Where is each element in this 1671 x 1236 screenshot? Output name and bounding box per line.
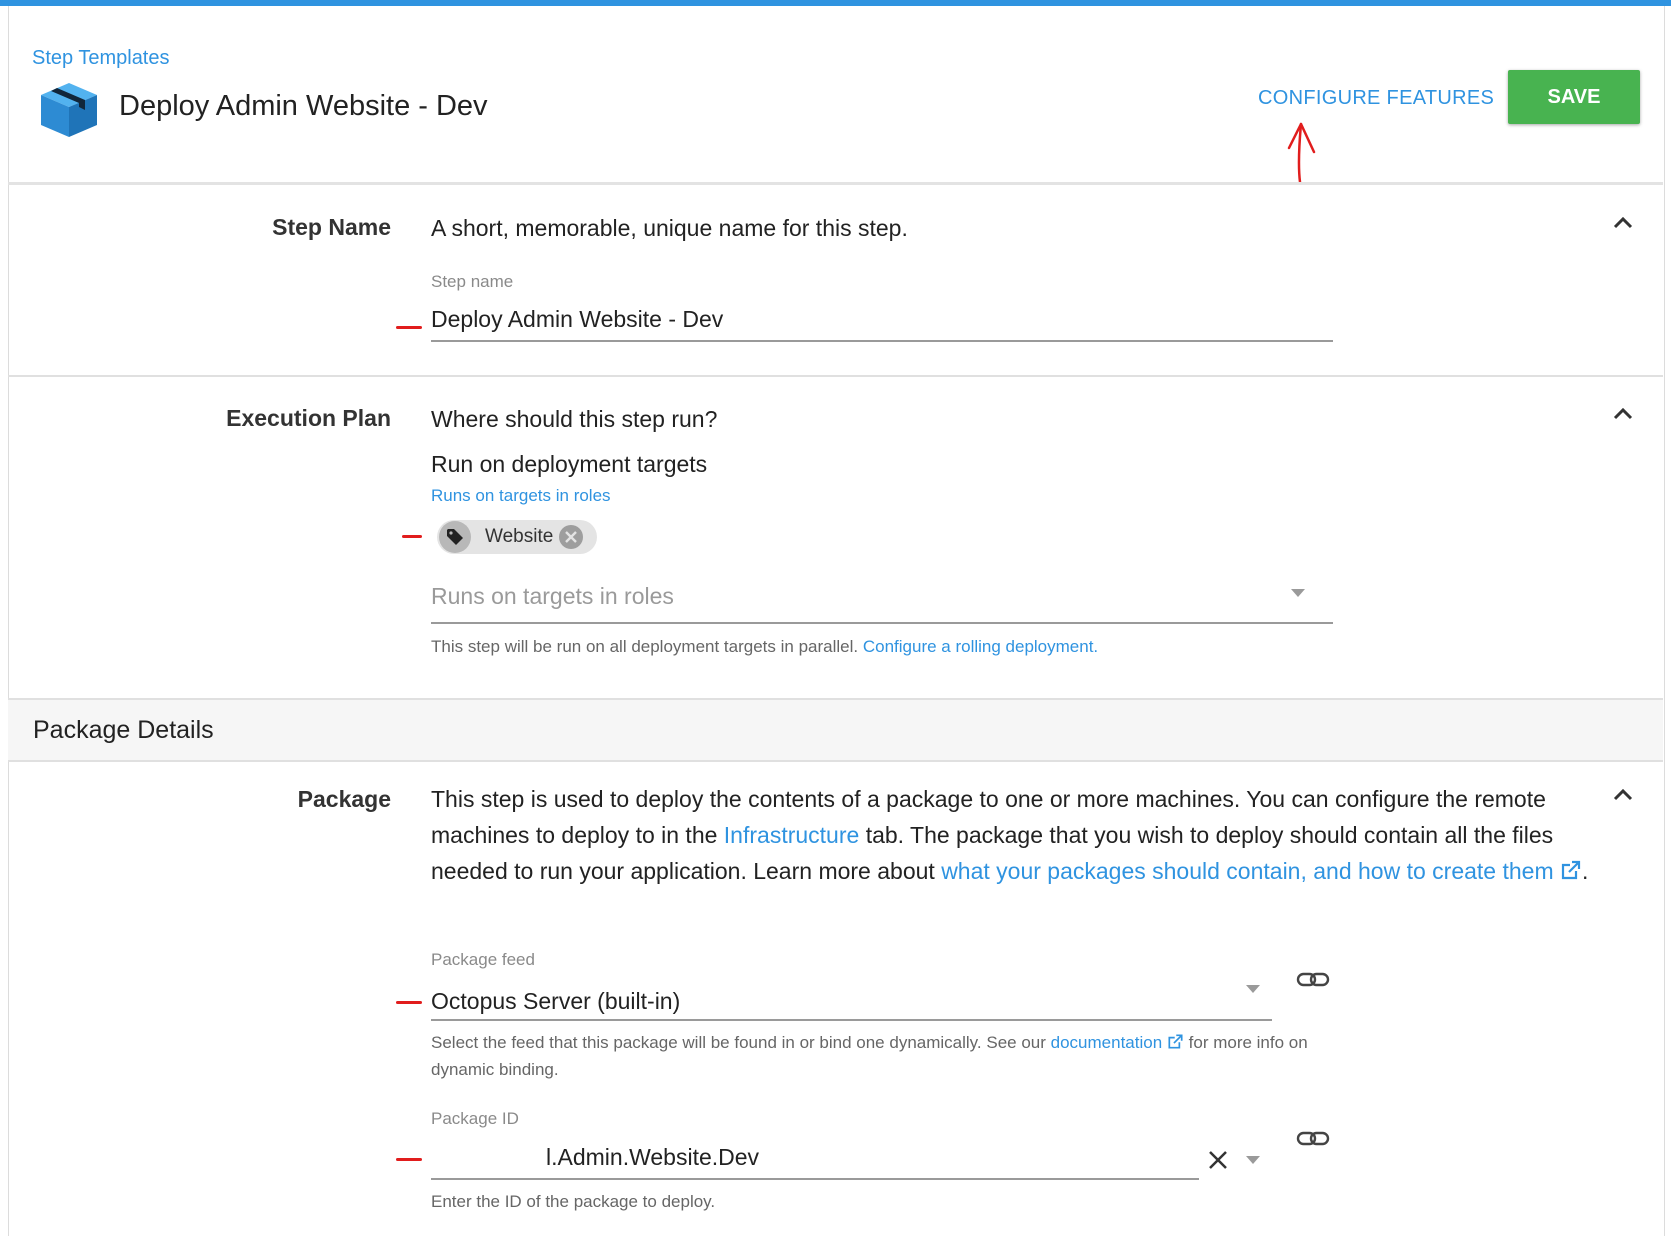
page-title: Deploy Admin Website - Dev (119, 90, 488, 122)
step-name-input[interactable]: Deploy Admin Website - Dev (431, 306, 723, 333)
chevron-up-icon[interactable] (1612, 215, 1634, 229)
role-chip-website: Website (437, 520, 597, 554)
bind-link-icon[interactable] (1296, 971, 1330, 989)
annotation-dash (396, 1001, 422, 1004)
step-name-description: A short, memorable, unique name for this… (431, 215, 908, 241)
execution-plan-description: Where should this step run? (431, 406, 718, 432)
execution-help-body: This step will be run on all deployment … (431, 637, 859, 656)
execution-help-text: This step will be run on all deployment … (431, 633, 1098, 660)
dropdown-arrow-icon[interactable] (1246, 1156, 1260, 1164)
package-box-icon (41, 83, 97, 137)
package-details-title: Package Details (33, 716, 214, 744)
annotation-dash (396, 326, 422, 329)
roles-link[interactable]: Runs on targets in roles (431, 486, 611, 506)
chevron-up-icon[interactable] (1612, 787, 1634, 801)
packages-docs-link-text[interactable]: what your packages should contain, and h… (941, 858, 1553, 884)
roles-select-underline (431, 622, 1333, 624)
dropdown-arrow-icon[interactable] (1246, 985, 1260, 993)
package-feed-help: Select the feed that this package will b… (431, 1029, 1331, 1083)
documentation-link-text[interactable]: documentation (1051, 1033, 1163, 1052)
package-details-header: Package Details (8, 698, 1663, 762)
clear-icon[interactable] (1207, 1149, 1229, 1171)
package-id-input[interactable]: l.Admin.Website.Dev (546, 1144, 759, 1171)
tag-icon-wrapper (439, 521, 471, 553)
package-description-end: . (1582, 858, 1589, 884)
bind-link-icon[interactable] (1296, 1130, 1330, 1148)
breadcrumb-step-templates[interactable]: Step Templates (32, 47, 170, 70)
package-description: This step is used to deploy the contents… (431, 781, 1591, 889)
step-name-label: Step Name (272, 214, 391, 240)
package-feed-field-label: Package feed (431, 950, 535, 969)
step-name-underline (431, 340, 1333, 342)
package-id-underline (431, 1178, 1199, 1180)
annotation-dash (402, 535, 422, 538)
step-name-field-label: Step name (431, 272, 514, 291)
external-link-icon[interactable] (1560, 859, 1582, 881)
execution-plan-label: Execution Plan (226, 405, 391, 431)
section-divider (8, 375, 1663, 377)
configure-features-button[interactable]: CONFIGURE FEATURES (1258, 87, 1494, 110)
rolling-deployment-link[interactable]: Configure a rolling deployment. (863, 637, 1098, 656)
external-link-icon[interactable] (1167, 1033, 1184, 1050)
chip-label: Website (485, 526, 554, 547)
tag-icon (447, 529, 463, 545)
roles-select-placeholder[interactable]: Runs on targets in roles (431, 583, 674, 610)
annotation-arrow (1287, 122, 1316, 184)
package-id-help: Enter the ID of the package to deploy. (431, 1192, 716, 1211)
package-id-field-label: Package ID (431, 1109, 519, 1128)
packages-docs-link[interactable]: what your packages should contain, and h… (941, 858, 1582, 884)
header-divider (8, 182, 1663, 185)
dropdown-arrow-icon[interactable] (1291, 589, 1305, 597)
chevron-up-icon[interactable] (1612, 406, 1634, 420)
feed-help-part-1: Select the feed that this package will b… (431, 1033, 1046, 1052)
run-on-targets-mode: Run on deployment targets (431, 451, 708, 477)
remove-chip-icon[interactable] (559, 525, 583, 549)
package-feed-underline (431, 1019, 1272, 1021)
annotation-dash (396, 1158, 422, 1161)
infrastructure-link[interactable]: Infrastructure (724, 822, 860, 848)
save-button[interactable]: SAVE (1508, 70, 1640, 124)
documentation-link[interactable]: documentation (1051, 1033, 1184, 1052)
package-feed-select[interactable]: Octopus Server (built-in) (431, 988, 680, 1015)
package-label: Package (297, 786, 391, 812)
